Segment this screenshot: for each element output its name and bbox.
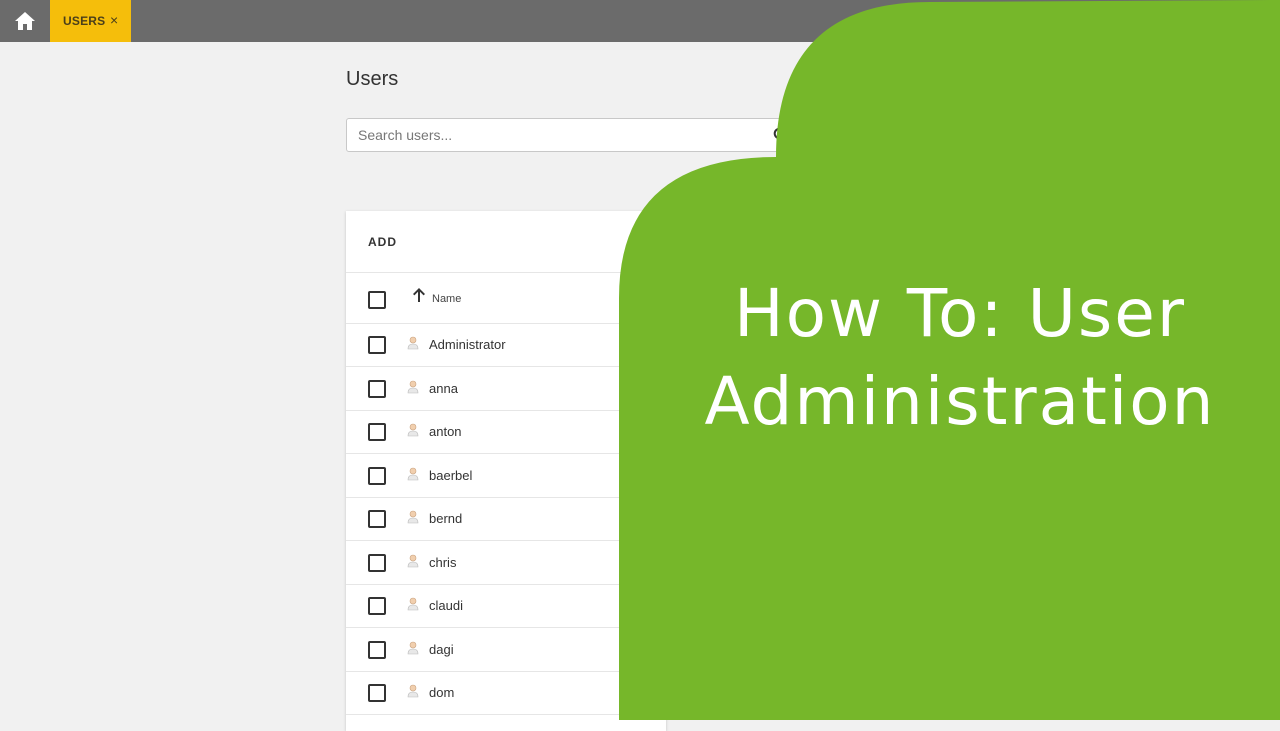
user-name: anton — [429, 424, 462, 439]
row-checkbox[interactable] — [368, 336, 386, 354]
user-name: Administrator — [429, 337, 506, 352]
overlay-title-line1: How To: User — [733, 275, 1187, 352]
user-icon — [407, 597, 419, 611]
user-name: bernd — [429, 511, 463, 526]
user-icon — [407, 684, 419, 698]
close-icon[interactable]: × — [110, 13, 118, 27]
user-icon — [407, 380, 419, 394]
user-icon — [407, 336, 419, 350]
user-icon — [407, 467, 419, 481]
table-row[interactable]: bernd — [346, 497, 666, 541]
row-checkbox[interactable] — [368, 423, 386, 441]
add-button[interactable]: ADD — [368, 235, 397, 249]
user-icon — [407, 510, 419, 524]
table-row[interactable]: dagi — [346, 628, 666, 672]
user-name: dagi — [429, 642, 454, 657]
row-checkbox[interactable] — [368, 641, 386, 659]
table-row[interactable]: Administrator — [346, 323, 666, 367]
row-checkbox[interactable] — [368, 467, 386, 485]
overlay-title: How To: User Administration — [640, 270, 1280, 446]
user-name: baerbel — [429, 468, 473, 483]
user-list-card: ADD Name Administrator anna anton baerbe… — [346, 211, 666, 731]
table-row[interactable]: anna — [346, 367, 666, 411]
table-row[interactable]: dom — [346, 671, 666, 715]
tab-users-label: USERS — [63, 14, 106, 28]
overlay-title-line2: Administration — [704, 363, 1216, 440]
home-button[interactable] — [0, 0, 50, 42]
table-header: Name — [346, 272, 666, 324]
page-title: Users — [346, 68, 399, 90]
user-name: dom — [429, 685, 455, 700]
tab-users[interactable]: USERS × — [50, 0, 131, 42]
user-icon — [407, 423, 419, 437]
search-input[interactable] — [347, 119, 769, 151]
search-box — [346, 118, 806, 152]
user-icon — [407, 554, 419, 568]
arrow-up-icon[interactable] — [412, 287, 426, 303]
row-checkbox[interactable] — [368, 510, 386, 528]
row-checkbox[interactable] — [368, 684, 386, 702]
row-checkbox[interactable] — [368, 554, 386, 572]
home-icon — [15, 12, 35, 30]
user-name: claudi — [429, 598, 463, 613]
top-bar: USERS × — [0, 0, 1280, 42]
table-row[interactable]: baerbel — [346, 454, 666, 498]
row-checkbox[interactable] — [368, 597, 386, 615]
table-row[interactable]: chris — [346, 541, 666, 585]
column-header-name[interactable]: Name — [432, 293, 461, 305]
table-row[interactable]: anton — [346, 410, 666, 454]
user-icon — [407, 641, 419, 655]
table-row[interactable]: claudi — [346, 584, 666, 628]
user-name: chris — [429, 555, 457, 570]
user-name: anna — [429, 381, 458, 396]
row-checkbox[interactable] — [368, 380, 386, 398]
search-icon[interactable] — [773, 127, 789, 143]
select-all-checkbox[interactable] — [368, 291, 386, 309]
